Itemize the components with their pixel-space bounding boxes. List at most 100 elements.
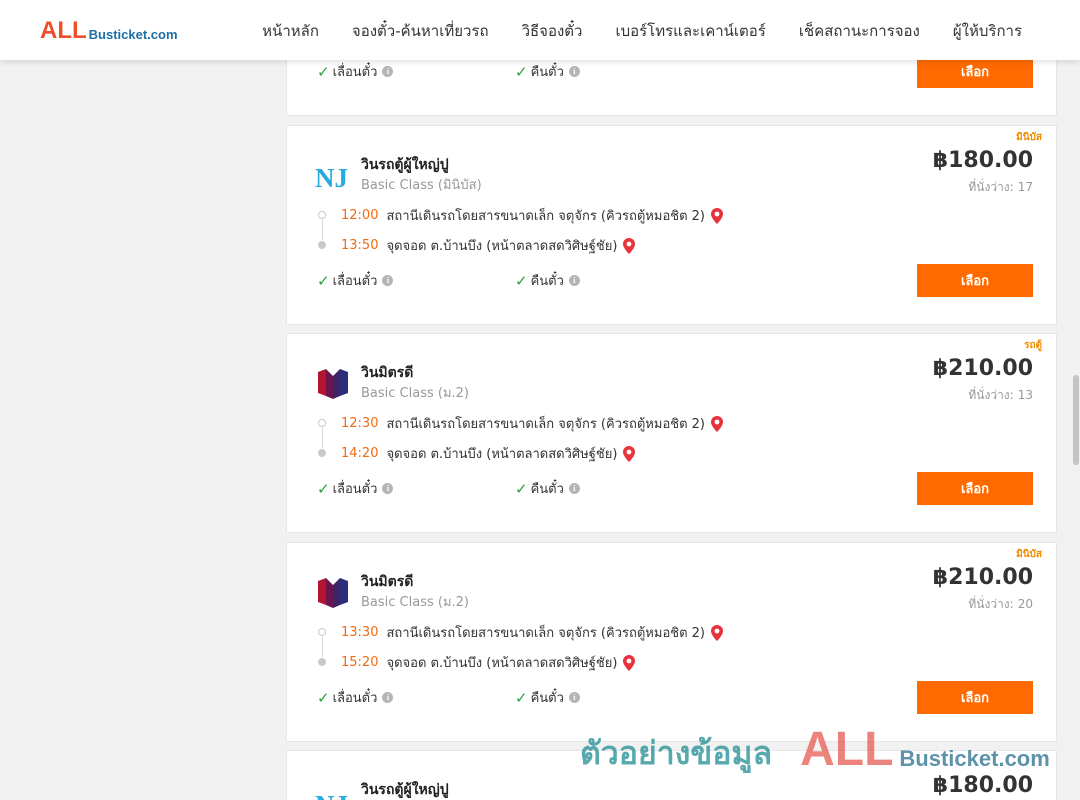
refund-option: ✓ คืนตั๋ว i xyxy=(515,61,580,82)
route-line xyxy=(322,220,323,240)
departure-time: 13:30 xyxy=(341,625,379,640)
map-pin-icon[interactable] xyxy=(711,415,723,432)
check-icon: ✓ xyxy=(515,688,528,707)
price: ฿180.00 xyxy=(932,773,1033,798)
refund-label: คืนตั๋ว xyxy=(530,65,564,80)
operator-logo-text: NJ xyxy=(315,790,348,800)
scrollbar-thumb[interactable] xyxy=(1073,375,1079,465)
info-icon[interactable]: i xyxy=(568,692,580,703)
operator-logo-nj: NJ xyxy=(315,163,348,193)
arrival-dot xyxy=(318,241,326,249)
seats-available: ที่นั่งว่าง: 20 xyxy=(968,595,1033,614)
departure-place: สถานีเดินรถโดยสารขนาดเล็ก จตุจักร (คิวรถ… xyxy=(386,209,705,224)
departure-dot xyxy=(318,211,326,219)
reschedule-label: เลื่อนตั๋ว xyxy=(332,482,378,497)
departure-time: 12:00 xyxy=(341,208,379,223)
site-logo[interactable]: ALL Busticket.com xyxy=(40,18,178,44)
departure-dot xyxy=(318,419,326,427)
price: ฿210.00 xyxy=(932,565,1033,590)
departure-stop: 12:30 สถานีเดินรถโดยสารขนาดเล็ก จตุจักร … xyxy=(341,413,723,434)
arrival-time: 13:50 xyxy=(341,238,379,253)
operator-logo-md xyxy=(318,578,348,608)
info-icon[interactable]: i xyxy=(382,483,394,494)
seats-label: ที่นั่งว่าง: xyxy=(968,597,1014,611)
reschedule-label: เลื่อนตั๋ว xyxy=(332,274,378,289)
info-icon[interactable]: i xyxy=(382,275,394,286)
departure-stop: 12:00 สถานีเดินรถโดยสารขนาดเล็ก จตุจักร … xyxy=(341,205,723,226)
price: ฿180.00 xyxy=(932,148,1033,173)
seats-available: ที่นั่งว่าง: 17 xyxy=(968,178,1033,197)
arrival-time: 14:20 xyxy=(341,446,379,461)
trip-card: รถตู้ วินมิตรดี Basic Class (ม.2) ฿210.0… xyxy=(286,333,1057,533)
operator-name: วินรถตู้ผู้ใหญ่ปู xyxy=(361,782,449,798)
route-line xyxy=(322,637,323,657)
operator-logo-nj: NJ xyxy=(315,790,348,800)
reschedule-label: เลื่อนตั๋ว xyxy=(332,65,378,80)
page-scrollbar[interactable] xyxy=(1072,0,1080,800)
operator-class: Basic Class (มินิบัส) xyxy=(361,178,482,193)
select-button[interactable]: เลือก xyxy=(917,681,1033,714)
nav-how-to-book[interactable]: วิธีจองตั๋ว xyxy=(522,19,583,43)
arrival-dot xyxy=(318,449,326,457)
map-pin-icon[interactable] xyxy=(711,207,723,224)
check-icon: ✓ xyxy=(515,479,528,498)
operator-name: วินมิตรดี xyxy=(361,365,414,381)
info-icon[interactable]: i xyxy=(568,483,580,494)
arrival-place: จุดจอด ต.บ้านบึง (หน้าตลาดสดวิศิษฐ์ชัย) xyxy=(386,239,618,254)
operator-class: Basic Class (ม.2) xyxy=(361,595,469,610)
refund-option: ✓ คืนตั๋ว i xyxy=(515,270,580,291)
nav-book-search[interactable]: จองตั๋ว-ค้นหาเที่ยวรถ xyxy=(352,19,489,43)
nav-check-booking[interactable]: เช็คสถานะการจอง xyxy=(799,19,920,43)
refund-label: คืนตั๋ว xyxy=(530,482,564,497)
site-header: ALL Busticket.com หน้าหลัก จองตั๋ว-ค้นหา… xyxy=(0,0,1080,60)
check-icon: ✓ xyxy=(317,479,330,498)
info-icon[interactable]: i xyxy=(568,66,580,77)
arrival-dot xyxy=(318,658,326,666)
refund-label: คืนตั๋ว xyxy=(530,274,564,289)
check-icon: ✓ xyxy=(515,271,528,290)
nav-phone-counter[interactable]: เบอร์โทรและเคาน์เตอร์ xyxy=(615,19,765,43)
seats-count: 17 xyxy=(1017,180,1033,194)
trip-card: มินิบัส NJ วินรถตู้ผู้ใหญ่ปู Basic Class… xyxy=(286,125,1057,325)
map-pin-icon[interactable] xyxy=(623,445,636,462)
map-pin-icon[interactable] xyxy=(711,624,723,641)
price: ฿210.00 xyxy=(932,356,1033,381)
map-pin-icon[interactable] xyxy=(623,654,636,671)
reschedule-option: ✓ เลื่อนตั๋ว i xyxy=(317,478,394,499)
departure-place: สถานีเดินรถโดยสารขนาดเล็ก จตุจักร (คิวรถ… xyxy=(386,626,705,641)
check-icon: ✓ xyxy=(317,62,330,81)
trip-card: มินิบัส วินมิตรดี Basic Class (ม.2) ฿210… xyxy=(286,542,1057,742)
route-line xyxy=(322,428,323,448)
select-button[interactable]: เลือก xyxy=(917,264,1033,297)
reschedule-option: ✓ เลื่อนตั๋ว i xyxy=(317,270,394,291)
arrival-stop: 13:50 จุดจอด ต.บ้านบึง (หน้าตลาดสดวิศิษฐ… xyxy=(341,235,636,256)
refund-option: ✓ คืนตั๋ว i xyxy=(515,478,580,499)
arrival-stop: 15:20 จุดจอด ต.บ้านบึง (หน้าตลาดสดวิศิษฐ… xyxy=(341,652,636,673)
refund-label: คืนตั๋ว xyxy=(530,691,564,706)
select-button[interactable]: เลือก xyxy=(917,472,1033,505)
seats-label: ที่นั่งว่าง: xyxy=(968,180,1014,194)
operator-class: Basic Class (ม.2) xyxy=(361,386,469,401)
logo-all-text: ALL xyxy=(40,17,87,44)
refund-option: ✓ คืนตั๋ว i xyxy=(515,687,580,708)
check-icon: ✓ xyxy=(317,271,330,290)
nav-operators[interactable]: ผู้ให้บริการ xyxy=(953,19,1022,43)
seats-available: ที่นั่งว่าง: 13 xyxy=(968,386,1033,405)
seats-count: 13 xyxy=(1017,388,1033,402)
check-icon: ✓ xyxy=(515,62,528,81)
map-pin-icon[interactable] xyxy=(623,237,636,254)
reschedule-option: ✓ เลื่อนตั๋ว i xyxy=(317,61,394,82)
departure-dot xyxy=(318,628,326,636)
info-icon[interactable]: i xyxy=(568,275,580,286)
info-icon[interactable]: i xyxy=(382,692,394,703)
operator-logo-text: NJ xyxy=(315,163,348,193)
reschedule-label: เลื่อนตั๋ว xyxy=(332,691,378,706)
info-icon[interactable]: i xyxy=(382,66,394,77)
logo-busticket-text: Busticket.com xyxy=(88,27,178,42)
arrival-place: จุดจอด ต.บ้านบึง (หน้าตลาดสดวิศิษฐ์ชัย) xyxy=(386,656,618,671)
seats-count: 20 xyxy=(1017,597,1033,611)
nav-home[interactable]: หน้าหลัก xyxy=(262,19,319,43)
departure-stop: 13:30 สถานีเดินรถโดยสารขนาดเล็ก จตุจักร … xyxy=(341,622,723,643)
trip-card-partial-bottom: NJ วินรถตู้ผู้ใหญ่ปู ฿180.00 xyxy=(286,750,1057,800)
check-icon: ✓ xyxy=(317,688,330,707)
